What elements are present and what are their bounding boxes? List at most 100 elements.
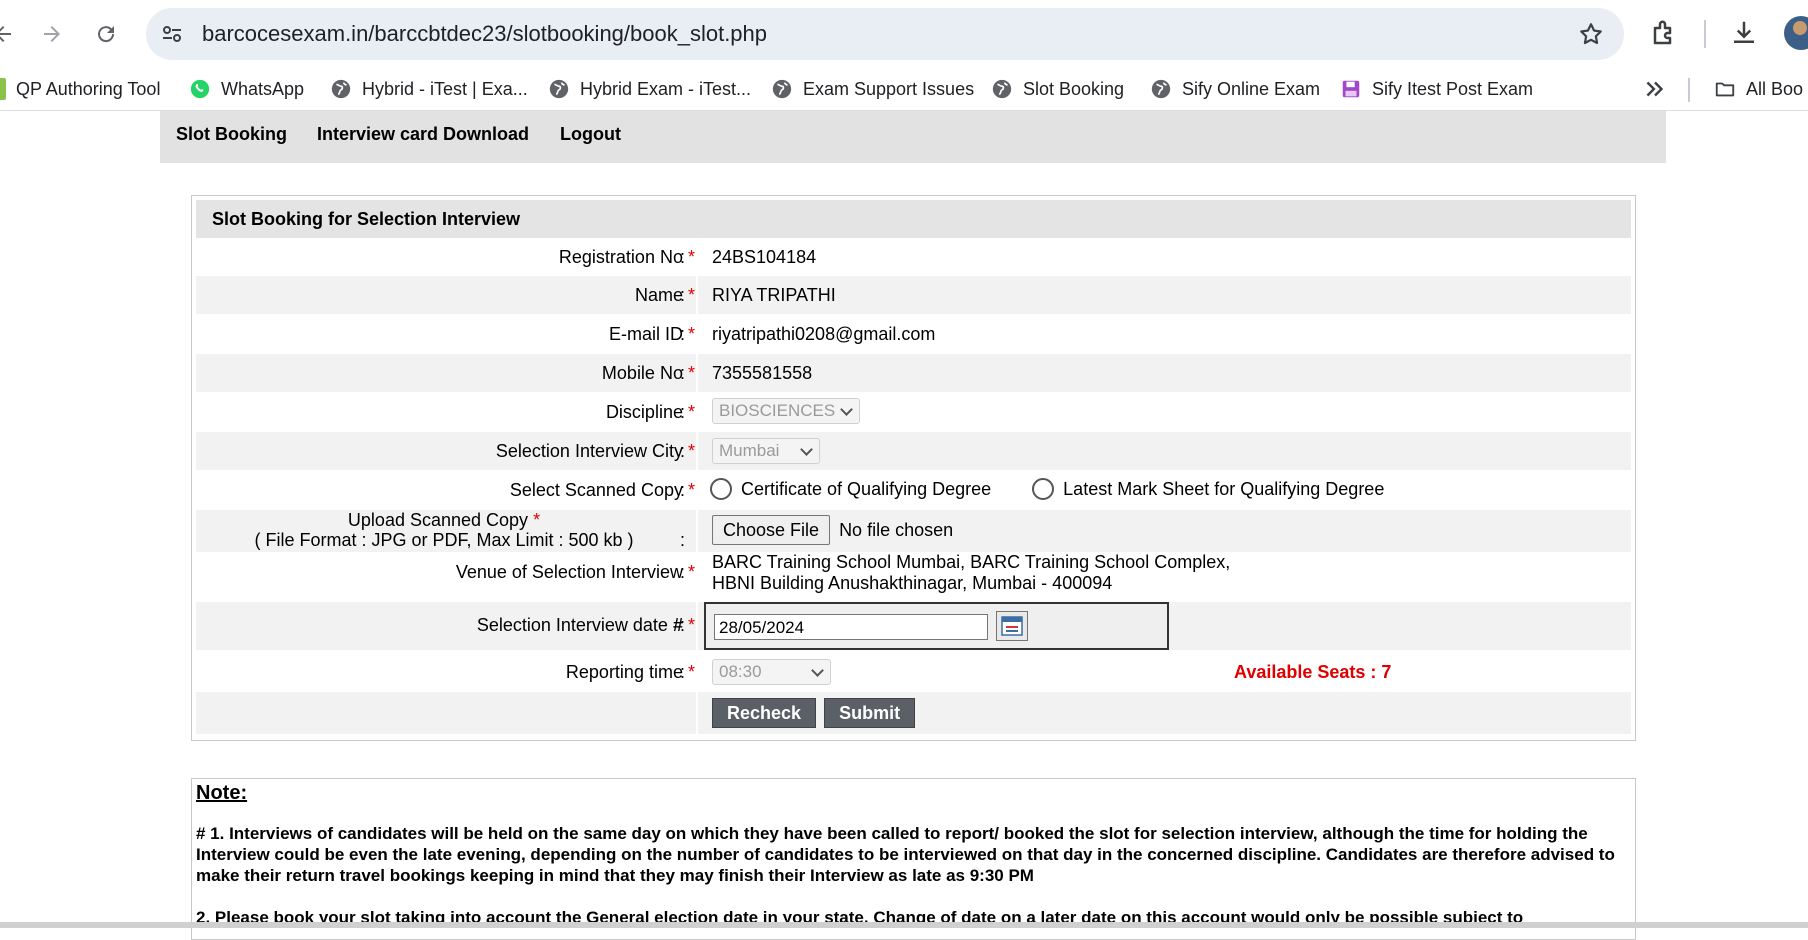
file-status: No file chosen: [839, 520, 954, 540]
required-mark: *: [533, 510, 541, 530]
globe-icon: [772, 79, 792, 99]
city-select[interactable]: Mumbai: [712, 438, 821, 464]
all-bookmarks-label: All Boo: [1746, 78, 1804, 99]
site-nav: Slot Booking Interview card Download Log…: [160, 111, 1666, 163]
bookmark-hybrid-itest-exa[interactable]: Hybrid - iTest | Exa...: [330, 68, 528, 110]
bookmark-label: Hybrid - iTest | Exa...: [362, 78, 528, 99]
interview-date-input[interactable]: 28/05/2024: [714, 614, 988, 640]
bookmark-slot-booking[interactable]: Slot Booking: [991, 68, 1124, 110]
radio-certificate[interactable]: [710, 478, 732, 501]
bookmark-star-icon[interactable]: [1578, 21, 1604, 47]
folder-icon: [1715, 82, 1735, 97]
venue-line-1: BARC Training School Mumbai, BARC Traini…: [712, 552, 1231, 572]
colon: :: [680, 363, 686, 383]
required-mark: *: [687, 247, 695, 267]
address-bar[interactable]: barcocesexam.in/barccbtdec23/slotbooking…: [146, 8, 1624, 60]
venue-line-2: HBNI Building Anushakthinagar, Mumbai - …: [712, 573, 1113, 593]
label-text: Upload Scanned Copy: [347, 510, 529, 530]
column-divider: [1220, 652, 1222, 692]
window-bottom-edge: [0, 922, 1808, 928]
venue-label: Venue of Selection Interview *: [456, 562, 695, 583]
mobile-row: Mobile No * : 7355581558: [196, 354, 1631, 392]
registration-label: Registration No *: [559, 247, 695, 268]
column-divider: [696, 510, 698, 552]
chevron-double-right-icon[interactable]: [1642, 76, 1668, 102]
column-divider: [696, 314, 698, 354]
colon: :: [680, 615, 686, 635]
calendar-icon: [1001, 616, 1023, 636]
whatsapp-icon: [190, 79, 210, 99]
colon: :: [680, 662, 686, 682]
nav-interview-card-download[interactable]: Interview card Download: [317, 111, 529, 157]
required-mark: *: [687, 480, 695, 500]
scanned-copy-options: Certificate of Qualifying Degree Latest …: [710, 478, 1384, 501]
required-mark: *: [687, 324, 695, 344]
globe-icon: [549, 79, 569, 99]
city-select-wrap: Mumbai: [712, 438, 821, 464]
nav-slot-booking[interactable]: Slot Booking: [176, 111, 287, 157]
colon: :: [680, 441, 686, 461]
bookmarks-divider: [1688, 78, 1690, 102]
scanned-copy-row: Select Scanned Copy * : Certificate of Q…: [196, 470, 1631, 510]
colon: :: [680, 480, 686, 500]
note-paragraph-1: # 1. Interviews of candidates will be he…: [196, 824, 1615, 885]
bookmark-sify-online-exam[interactable]: Sify Online Exam: [1150, 68, 1320, 110]
bookmark-hybrid-exam-itest[interactable]: Hybrid Exam - iTest...: [548, 68, 751, 110]
colon: :: [680, 562, 686, 582]
required-mark: *: [687, 402, 695, 422]
radio-marksheet[interactable]: [1032, 478, 1055, 501]
bookmark-qp-authoring-tool[interactable]: QP Authoring Tool: [0, 68, 160, 110]
extensions-icon[interactable]: [1650, 18, 1680, 48]
city-row: Selection Interview City * : Mumbai: [196, 432, 1631, 470]
mobile-value: 7355581558: [712, 363, 813, 383]
bookmark-label: Hybrid Exam - iTest...: [580, 78, 752, 99]
site-settings-icon[interactable]: [160, 22, 184, 46]
name-row: Name * : RIYA TRIPATHI: [196, 276, 1631, 314]
forward-button[interactable]: [35, 17, 69, 51]
bookmark-exam-support-issues[interactable]: Exam Support Issues: [771, 68, 974, 110]
interview-date-label: Selection Interview date # *: [477, 615, 695, 636]
interview-date-row: Selection Interview date # * : 28/05/202…: [196, 602, 1631, 650]
bookmark-label: WhatsApp: [221, 78, 305, 99]
reporting-time-select[interactable]: 08:30: [712, 659, 831, 685]
back-button[interactable]: [0, 17, 20, 51]
bookmark-label: Sify Online Exam: [1182, 78, 1321, 99]
reload-button[interactable]: [89, 17, 123, 51]
discipline-select[interactable]: BIOSCIENCES: [712, 398, 861, 424]
submit-button[interactable]: Submit: [824, 698, 916, 728]
upload-label-line: Upload Scanned Copy *: [196, 510, 692, 530]
note-panel: Note: # 1. Interviews of candidates will…: [191, 778, 1636, 940]
nav-logout[interactable]: Logout: [560, 111, 621, 157]
required-mark: *: [687, 285, 695, 305]
reporting-time-select-wrap: 08:30: [712, 659, 831, 685]
qp-icon: [0, 78, 6, 100]
choose-file-button[interactable]: Choose File: [712, 515, 831, 545]
colon: :: [680, 285, 686, 305]
column-divider: [696, 354, 698, 392]
download-icon[interactable]: [1729, 18, 1759, 48]
label-text: Selection Interview date: [476, 615, 668, 635]
all-bookmarks[interactable]: All Boo: [1714, 68, 1803, 110]
profile-avatar[interactable]: [1784, 16, 1808, 50]
calendar-button[interactable]: [996, 611, 1028, 641]
registration-value: 24BS104184: [712, 247, 817, 267]
bookmark-sify-itest-post-exam[interactable]: Sify Itest Post Exam: [1340, 68, 1533, 110]
url-text[interactable]: barcocesexam.in/barccbtdec23/slotbooking…: [202, 8, 767, 60]
bookmark-whatsapp[interactable]: WhatsApp: [189, 68, 304, 110]
bookmark-label: Exam Support Issues: [803, 78, 975, 99]
save-icon: [1342, 80, 1360, 98]
reporting-time-row: Reporting time * : 08:30 Available Seats…: [196, 652, 1631, 692]
globe-icon: [992, 79, 1012, 99]
browser-toolbar: barcocesexam.in/barccbtdec23/slotbooking…: [0, 0, 1808, 68]
radio-marksheet-label[interactable]: Latest Mark Sheet for Qualifying Degree: [1063, 479, 1384, 499]
column-divider: [696, 276, 698, 314]
colon: :: [680, 324, 686, 344]
recheck-button[interactable]: Recheck: [712, 698, 817, 728]
reporting-time-label: Reporting time *: [566, 662, 695, 683]
name-value: RIYA TRIPATHI: [712, 285, 836, 305]
column-divider: [696, 692, 698, 734]
radio-certificate-label[interactable]: Certificate of Qualifying Degree: [741, 479, 991, 499]
colon: :: [680, 402, 686, 422]
bookmarks-bar: QP Authoring Tool WhatsApp Hybrid - iTes…: [0, 68, 1808, 111]
column-divider: [696, 602, 698, 650]
